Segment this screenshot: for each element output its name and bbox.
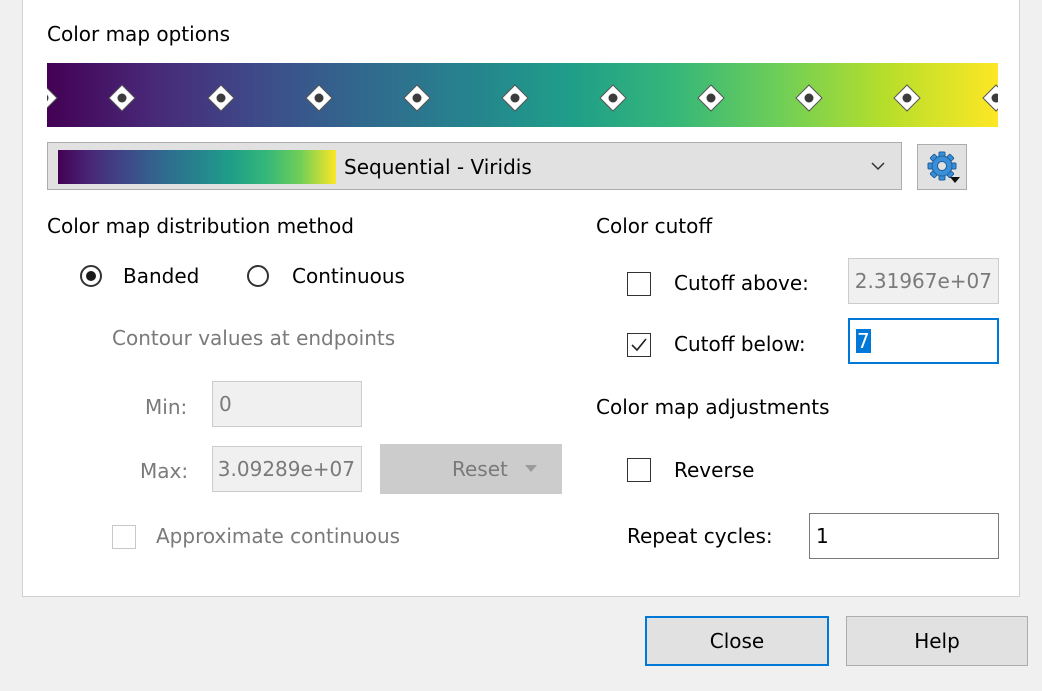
radio-selected-dot <box>86 271 96 281</box>
reset-button[interactable]: Reset <box>380 444 562 494</box>
cutoff-below-field[interactable]: 7 <box>848 318 999 364</box>
approximate-continuous-checkbox[interactable] <box>112 525 136 549</box>
chevron-down-icon <box>871 162 885 171</box>
reverse-label[interactable]: Reverse <box>674 458 754 482</box>
approximate-continuous-label: Approximate continuous <box>156 524 401 548</box>
colormap-handle[interactable] <box>598 83 628 113</box>
cutoff-below-checkbox[interactable] <box>627 333 651 357</box>
cutoff-above-field[interactable]: 2.31967e+07 <box>848 258 999 304</box>
min-label: Min: <box>145 395 188 419</box>
close-button[interactable]: Close <box>645 616 829 666</box>
checkmark-icon <box>631 338 647 352</box>
distribution-title: Color map distribution method <box>47 214 354 238</box>
colormap-handle[interactable] <box>794 83 824 113</box>
cutoff-below-label[interactable]: Cutoff below: <box>674 332 806 356</box>
gear-icon <box>927 151 960 183</box>
colormap-swatch <box>58 150 336 184</box>
color-map-adjustments-title: Color map adjustments <box>596 395 830 419</box>
max-label: Max: <box>140 459 189 483</box>
cutoff-above-checkbox[interactable] <box>627 272 651 296</box>
banded-radio[interactable] <box>80 265 102 287</box>
colormap-handle[interactable] <box>47 83 59 113</box>
colormap-handle[interactable] <box>892 83 922 113</box>
reset-label: Reset <box>452 457 508 481</box>
colormap-handle[interactable] <box>304 83 334 113</box>
min-field[interactable]: 0 <box>212 381 362 427</box>
colormap-handle[interactable] <box>206 83 236 113</box>
colormap-handle[interactable] <box>500 83 530 113</box>
colormap-settings-button[interactable] <box>917 144 967 190</box>
max-field[interactable]: 3.09289e+07 <box>212 446 362 492</box>
colormap-handle[interactable] <box>107 83 137 113</box>
colormap-handle[interactable] <box>696 83 726 113</box>
colormap-handle[interactable] <box>402 83 432 113</box>
cutoff-above-value: 2.31967e+07 <box>854 269 992 293</box>
continuous-radio[interactable] <box>247 265 269 287</box>
reverse-checkbox[interactable] <box>627 458 651 482</box>
dropdown-arrow-icon <box>525 465 537 472</box>
repeat-cycles-label: Repeat cycles: <box>627 524 773 548</box>
help-button[interactable]: Help <box>846 616 1028 666</box>
colormap-select[interactable]: Sequential - Viridis <box>47 142 902 190</box>
contour-values-label: Contour values at endpoints <box>112 326 396 350</box>
colormap-bar[interactable] <box>47 63 998 127</box>
banded-label[interactable]: Banded <box>123 264 199 288</box>
color-cutoff-title: Color cutoff <box>596 214 713 238</box>
colormap-name: Sequential - Viridis <box>344 155 532 179</box>
continuous-label[interactable]: Continuous <box>292 264 405 288</box>
repeat-cycles-field[interactable]: 1 <box>809 513 999 559</box>
cutoff-below-value: 7 <box>856 329 871 353</box>
section-title: Color map options <box>47 22 231 46</box>
colormap-handle[interactable] <box>981 83 998 113</box>
max-field-value: 3.09289e+07 <box>217 457 355 481</box>
cutoff-above-label[interactable]: Cutoff above: <box>674 271 809 295</box>
